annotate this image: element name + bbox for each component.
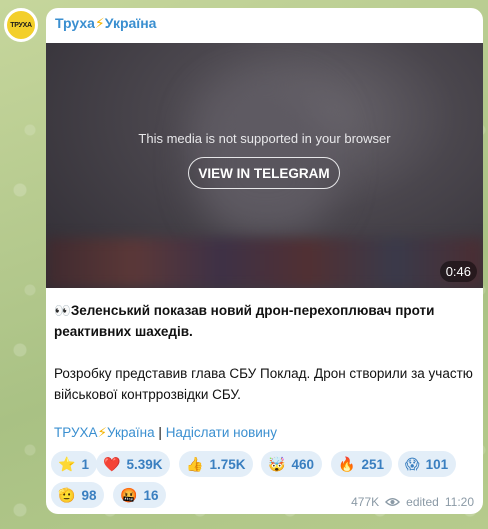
video-player[interactable]: This media is not supported in your brow…	[46, 43, 483, 288]
channel-name-part1[interactable]: Труха	[55, 15, 95, 31]
thumbs-up-icon: 👍	[186, 455, 204, 472]
unsupported-media-text: This media is not supported in your brow…	[138, 131, 391, 146]
message-links: ТРУХА⚡Україна | Надіслати новину	[54, 425, 277, 441]
salute-icon: 🫡	[58, 486, 76, 503]
reaction-scream[interactable]: 😱 101	[398, 451, 457, 477]
message-time: 11:20	[444, 495, 474, 509]
lightning-icon: ⚡	[97, 425, 108, 440]
reaction-count: 5.39K	[126, 456, 163, 472]
reaction-count: 460	[291, 456, 314, 472]
channel-link-part1[interactable]: ТРУХА	[54, 425, 98, 440]
avatar-text: ТРУХА	[10, 21, 32, 29]
view-count: 477K	[351, 495, 380, 509]
view-in-telegram-button[interactable]: VIEW IN TELEGRAM	[188, 157, 340, 189]
message-body: Розробку представив глава СБУ Поклад. Др…	[54, 366, 473, 402]
link-separator: |	[158, 425, 162, 440]
lightning-icon: ⚡	[94, 15, 105, 31]
scream-icon: 😱	[405, 455, 420, 472]
reaction-angry[interactable]: 🤬 16	[113, 482, 167, 508]
video-blur-stripe	[46, 238, 483, 288]
angry-icon: 🤬	[120, 486, 138, 503]
reaction-salute[interactable]: 🫡 98	[51, 482, 105, 508]
reaction-heart[interactable]: ❤️ 5.39K	[96, 451, 171, 477]
message-meta: 477K edited 11:20	[351, 495, 474, 509]
headline-text: Зеленський показав новий дрон-перехоплюв…	[54, 303, 435, 339]
reaction-mind-blown[interactable]: 🤯 460	[261, 451, 322, 477]
edited-label: edited	[406, 495, 439, 509]
channel-name[interactable]: Труха⚡Україна	[55, 15, 156, 32]
video-duration: 0:46	[439, 261, 477, 282]
eye-icon	[385, 498, 401, 506]
message-headline: 👀Зеленський показав новий дрон-перехоплю…	[54, 300, 474, 342]
star-icon: ⭐	[58, 455, 76, 472]
reaction-fire[interactable]: 🔥 251	[331, 451, 392, 477]
channel-link-part2[interactable]: Україна	[107, 425, 155, 440]
channel-link[interactable]: ТРУХА⚡Україна	[54, 425, 155, 440]
channel-name-part2[interactable]: Україна	[105, 15, 157, 31]
message-bubble: Труха⚡Україна This media is not supporte…	[46, 8, 483, 514]
reaction-count: 98	[81, 487, 97, 503]
reaction-count: 251	[361, 456, 384, 472]
submit-news-link[interactable]: Надіслати новину	[166, 425, 277, 440]
reaction-count: 16	[143, 487, 159, 503]
reaction-count: 1	[81, 456, 89, 472]
mind-blown-icon: 🤯	[268, 455, 286, 472]
reaction-count: 101	[425, 456, 449, 472]
fire-icon: 🔥	[338, 455, 356, 472]
reaction-star[interactable]: ⭐ 1	[51, 451, 97, 477]
reaction-count: 1.75K	[209, 456, 246, 472]
channel-avatar[interactable]: ТРУХА	[4, 8, 38, 42]
eyes-emoji-icon: 👀	[54, 303, 71, 318]
message-text: 👀Зеленський показав новий дрон-перехоплю…	[54, 300, 474, 426]
reaction-thumbs-up[interactable]: 👍 1.75K	[179, 451, 254, 477]
heart-icon: ❤️	[103, 455, 121, 472]
